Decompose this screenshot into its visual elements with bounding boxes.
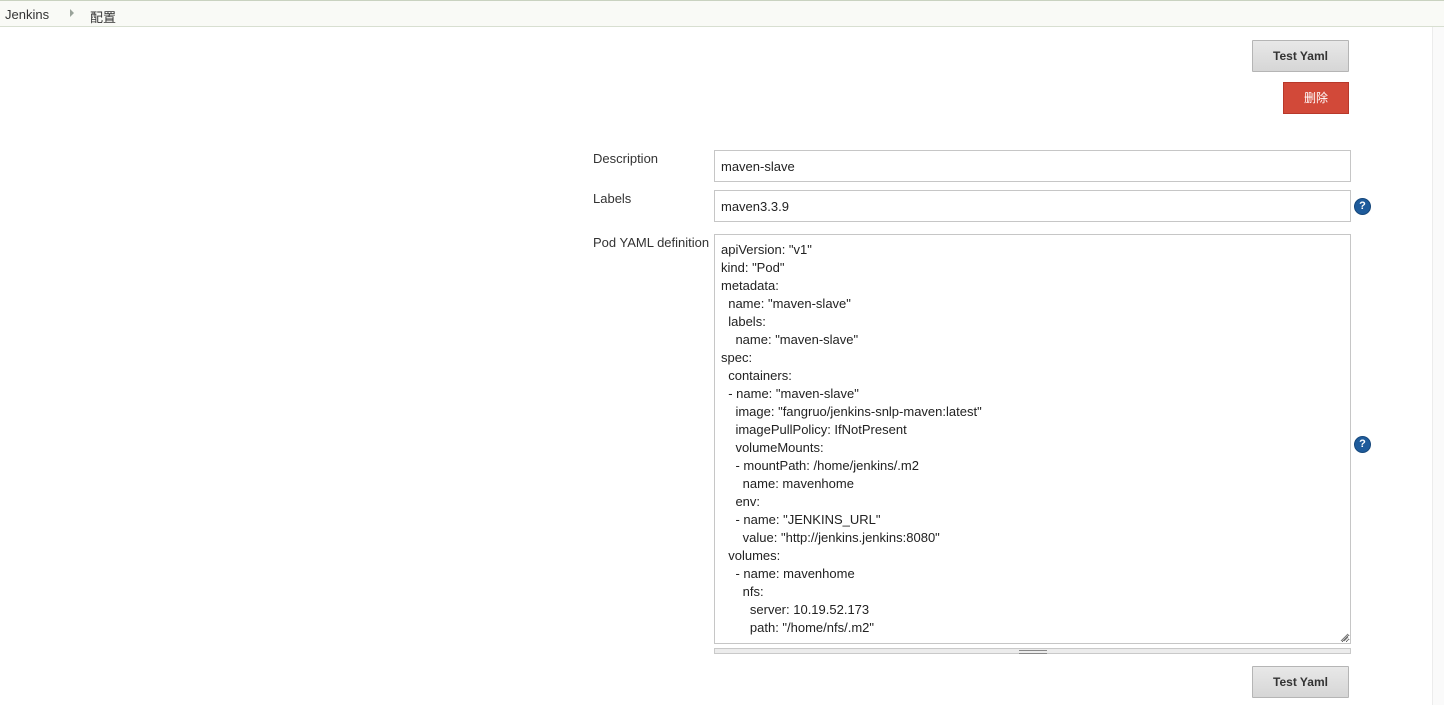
delete-button[interactable]: 删除 — [1283, 82, 1349, 114]
page-scrollbar[interactable] — [1432, 27, 1444, 705]
resize-grip-icon[interactable] — [1339, 632, 1349, 642]
pod-yaml-label: Pod YAML definition — [593, 235, 710, 250]
textarea-expand-bar[interactable] — [714, 648, 1351, 654]
help-icon[interactable]: ? — [1354, 198, 1371, 215]
description-input[interactable] — [714, 150, 1351, 182]
drag-handle-icon[interactable] — [1019, 650, 1047, 654]
breadcrumb-item-config[interactable]: 配置 — [90, 7, 116, 26]
labels-label: Labels — [593, 191, 632, 206]
labels-input[interactable] — [714, 190, 1351, 222]
description-label: Description — [593, 151, 659, 166]
test-yaml-button-top[interactable]: Test Yaml — [1252, 40, 1349, 72]
chevron-right-icon[interactable] — [70, 9, 74, 17]
pod-yaml-textarea[interactable]: apiVersion: "v1" kind: "Pod" metadata: n… — [714, 234, 1351, 644]
help-icon[interactable]: ? — [1354, 436, 1371, 453]
test-yaml-button-bottom[interactable]: Test Yaml — [1252, 666, 1349, 698]
breadcrumb: Jenkins 配置 — [0, 0, 1444, 27]
breadcrumb-item-jenkins[interactable]: Jenkins — [5, 7, 49, 22]
